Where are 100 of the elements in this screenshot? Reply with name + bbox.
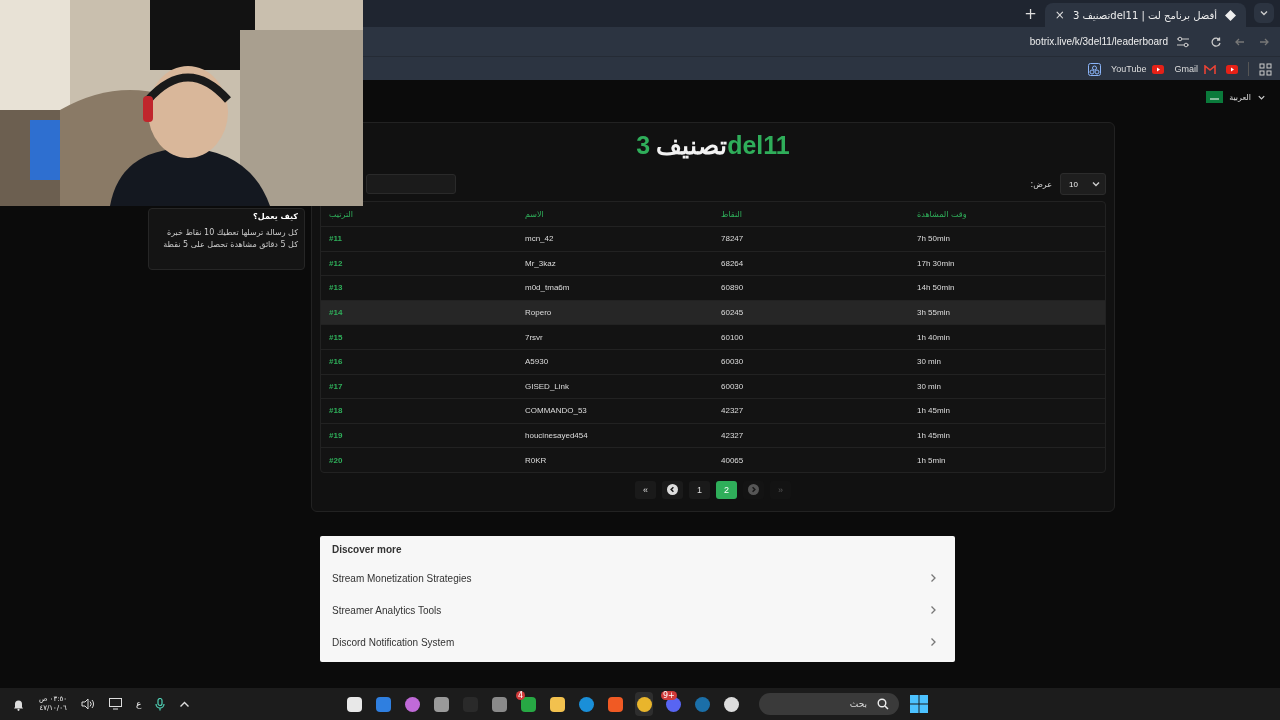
table-cell-text: 1h 45min [916, 431, 951, 441]
table-row[interactable]: #19 houcinesayed454 42327 1h 45min [321, 423, 1105, 449]
windows-logo-icon[interactable] [910, 695, 928, 713]
flag-icon [1206, 91, 1224, 103]
discover-link[interactable]: Stream Monetization Strategies [332, 562, 943, 594]
table-cell-text: 42327 [720, 406, 745, 416]
chevron-right-icon [748, 484, 759, 496]
diamond-icon [1225, 9, 1236, 21]
speaker-icon[interactable] [81, 698, 96, 710]
table-cell-text: 68264 [720, 258, 745, 268]
tab-list-button[interactable] [1254, 3, 1274, 23]
table-row[interactable]: #15 7rsvr 60100 1h 40min [321, 325, 1105, 350]
play-icon [1152, 64, 1165, 74]
table-row[interactable]: #11 mcn_42 78247 7h 50min [321, 227, 1105, 252]
page-title: del11 [727, 130, 790, 161]
language-selector[interactable]: العربية [1206, 86, 1266, 108]
close-tab-button[interactable]: × [1054, 8, 1065, 22]
chevron-right-icon [929, 637, 937, 647]
table-cell-text: #14 [328, 308, 344, 318]
site-settings-icon[interactable] [1176, 35, 1190, 48]
table-cell-text: 1h 5min [916, 455, 947, 465]
search-icon [877, 698, 889, 710]
address-bar[interactable]: botrix.live/k/3del11/leaderboard [1029, 36, 1168, 47]
table-cell-text: A5930 [524, 357, 550, 367]
first-page-button[interactable]: « [635, 480, 656, 499]
table-row[interactable]: #18 COMMANDO_53 42327 1h 45min [321, 399, 1105, 424]
mail-icon [1204, 64, 1216, 74]
table-cell-text: #18 [328, 406, 344, 416]
bookmark[interactable]: YouTube [1111, 64, 1165, 74]
apps-grid-icon[interactable] [1259, 62, 1272, 76]
table-row[interactable]: #14 Ropero 60245 3h 55min [321, 300, 1105, 326]
table-cell-text: Mr_3kaz [524, 258, 557, 268]
table-cell-text: Ropero [524, 308, 553, 318]
table-row[interactable]: #16 A5930 60030 30 min [321, 349, 1105, 375]
column-header: الاسم [524, 209, 545, 219]
browser-tab[interactable]: تصنيف 3del11 | أفضل برنامج لت × [1044, 3, 1246, 27]
taskbar-search-field[interactable]: بحث [759, 693, 899, 715]
page-button[interactable]: 1 [689, 480, 710, 499]
table-cell-text: #16 [328, 357, 344, 367]
table-cell-text: #17 [328, 381, 344, 391]
table-cell-text: COMMANDO_53 [524, 406, 588, 416]
table-cell-text: R0KR [524, 455, 548, 465]
table-cell-text: GISED_Link [524, 381, 571, 391]
search-field[interactable] [366, 174, 456, 194]
discover-link[interactable]: Discord Notification System [332, 626, 943, 658]
taskbar-app[interactable] [635, 692, 653, 716]
page-size-select[interactable]: 10 [1060, 173, 1106, 195]
play-icon[interactable] [1226, 64, 1238, 74]
info-text: كل 5 دقائق مشاهدة تحصل على 5 نقطة [162, 239, 298, 251]
chevron-right-icon [929, 573, 937, 583]
table-cell-text: #19 [328, 431, 344, 441]
page-title: 3 [636, 130, 651, 161]
column-header: النقاط [720, 209, 743, 219]
discover-link[interactable]: Streamer Analytics Tools [332, 594, 943, 626]
show-label: :عرض [1030, 179, 1052, 189]
chevron-right-icon [929, 605, 937, 615]
table-cell-text: m0d_tma6m [524, 283, 571, 293]
input-language[interactable]: ع [136, 699, 142, 709]
chevron-down-icon [1091, 179, 1101, 189]
table-cell-text: #15 [328, 332, 344, 342]
table-row[interactable]: #12 Mr_3kaz 68264 17h 30min [321, 251, 1105, 277]
reload-icon[interactable] [1210, 35, 1222, 48]
column-header: الترتيب [328, 209, 354, 219]
bookmark[interactable]: Gmail [1174, 64, 1216, 74]
monitor-icon[interactable] [109, 698, 123, 710]
table-cell-text: #12 [328, 258, 344, 268]
table-row[interactable]: #20 R0KR 40065 1h 5min [321, 448, 1105, 472]
table-cell-text: 7rsvr [524, 332, 544, 342]
table-cell-text: houcinesayed454 [524, 431, 589, 441]
table-cell-text: #13 [328, 283, 344, 293]
discover-heading: Discover more [332, 544, 403, 557]
table-cell-text: 1h 45min [916, 406, 951, 416]
table-cell-text: mcn_42 [524, 234, 555, 244]
page-title: تصنيف [656, 130, 728, 161]
chevron-down-icon [1259, 8, 1269, 18]
chevron-up-icon[interactable] [179, 700, 191, 708]
previous-page-button[interactable] [662, 480, 683, 499]
table-cell-text: 17h 30min [916, 258, 956, 268]
table-row[interactable]: #17 GISED_Link 60030 30 min [321, 374, 1105, 400]
table-cell-text: 42327 [720, 431, 745, 441]
microphone-icon[interactable] [155, 697, 166, 711]
info-text: كل رسالة ترسلها تعطيك 10 نقاط خبرة [165, 227, 298, 239]
notification-badge: 4 [516, 691, 526, 700]
table-cell-text: 60245 [720, 308, 745, 318]
table-cell-text: 60030 [720, 381, 745, 391]
notification-badge: 9+ [661, 691, 677, 700]
table-row[interactable]: #13 m0d_tma6m 60890 14h 50min [321, 276, 1105, 301]
shortcut-icon[interactable] [1088, 62, 1102, 76]
table-cell-text: 60890 [720, 283, 745, 293]
column-header: وقت المشاهدة [916, 209, 968, 219]
table-cell-text: 60100 [720, 332, 745, 342]
info-heading: كيف يعمل؟ [252, 212, 298, 221]
table-cell-text: 3h 55min [916, 308, 951, 318]
table-cell-text: 78247 [720, 234, 745, 244]
table-cell-text: 30 min [916, 381, 942, 391]
table-cell-text: 30 min [916, 357, 942, 367]
table-cell-text: 60030 [720, 357, 745, 367]
table-cell-text: 14h 50min [916, 283, 956, 293]
table-cell-text: 7h 50min [916, 234, 951, 244]
new-tab-button[interactable]: + [1024, 5, 1037, 23]
